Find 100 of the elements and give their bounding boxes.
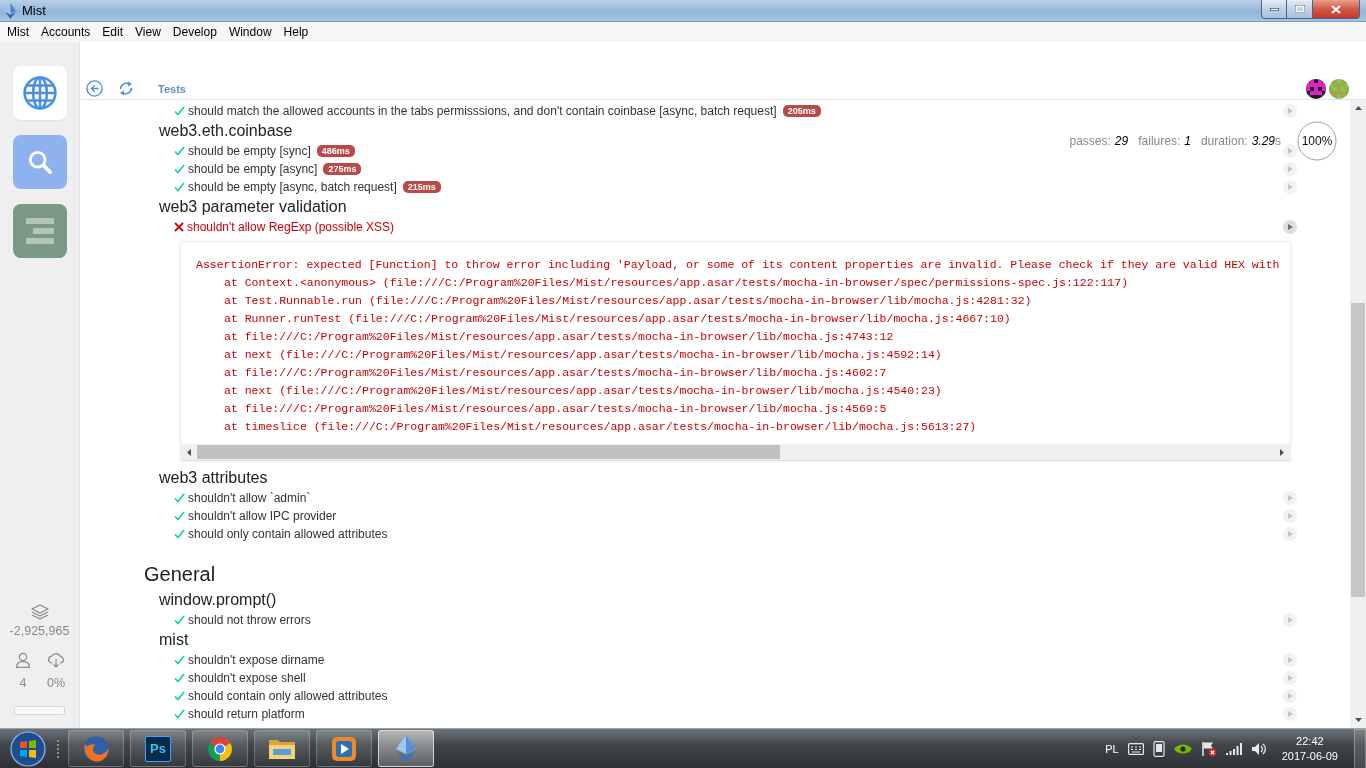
identicon-icon — [1306, 78, 1326, 99]
sidebar-tab[interactable] — [12, 66, 67, 120]
scrollbar-thumb[interactable] — [1351, 303, 1365, 597]
scroll-down-icon[interactable] — [1354, 718, 1362, 722]
speaker-icon[interactable] — [1250, 741, 1267, 756]
stack-frame: at file:///C:/Program%20Files/Mist/resources/app.asar/tests/mocha-in-browser/lib/mocha.js:4743:12 — [224, 328, 894, 346]
menu-item[interactable]: Window — [222, 22, 278, 42]
taskbar-button[interactable]: Ps — [130, 730, 186, 767]
menu-item[interactable]: View — [129, 22, 167, 42]
back-icon[interactable] — [86, 80, 103, 97]
play-icon — [1288, 711, 1293, 717]
suite-title[interactable]: web3.eth.coinbase — [159, 120, 293, 141]
person-icon — [15, 652, 31, 668]
error-message: AssertionError: expected [Function] to throw error including 'Payload, or some of its content properties are invalid. Please check if they are valid HEX with — [196, 257, 1280, 273]
stack-frame: at file:///C:/Program%20Files/Mist/resources/app.asar/tests/mocha-in-browser/lib/mocha.js:4569:5 — [224, 400, 887, 418]
device-icon[interactable] — [1152, 740, 1165, 757]
peer-count: 4 — [19, 675, 27, 691]
test-title: shouldn't allow IPC provider — [188, 508, 337, 524]
search-icon — [27, 150, 52, 174]
show-desktop-button[interactable] — [1354, 728, 1366, 768]
minimize-button[interactable] — [1261, 0, 1287, 19]
test-title: should be empty [async, batch request] — [188, 179, 397, 195]
stat-label: passes: — [1069, 134, 1111, 148]
taskbar-button[interactable] — [68, 730, 124, 767]
diamond-icon — [5, 2, 16, 19]
stacked-bars-icon — [25, 218, 54, 244]
test-title: should only contain allowed attributes — [188, 526, 388, 542]
stat-value: 1 — [1184, 134, 1191, 148]
sidebar-tab[interactable] — [12, 204, 67, 258]
close-icon — [1331, 4, 1341, 14]
taskbar-button[interactable] — [316, 730, 372, 767]
play-icon — [1288, 657, 1293, 663]
maximize-icon — [1294, 5, 1305, 13]
play-icon — [1288, 495, 1293, 501]
play-icon — [1288, 693, 1293, 699]
test-title: should match the allowed accounts in the tabs permisssions, and don't contain coinbase [async, batch request] — [188, 103, 777, 119]
menu-item[interactable]: Mist — [1, 22, 35, 42]
play-icon — [1288, 531, 1293, 537]
duration-badge: 275ms — [323, 163, 362, 175]
test-title: shouldn't expose dirname — [188, 652, 325, 668]
stat-label: duration: — [1200, 134, 1248, 148]
play-icon — [1288, 108, 1293, 114]
block-number: -2,925,965 — [9, 623, 70, 639]
suite-title[interactable]: web3 attributes — [159, 467, 268, 488]
minimize-icon — [1269, 7, 1279, 11]
scroll-up-icon[interactable] — [1354, 106, 1362, 110]
stat-value: 29 — [1114, 134, 1129, 148]
stack-frame: at Runner.runTest (file:///C:/Program%20Files/Mist/resources/app.asar/tests/mocha-in-browser/lib/mocha.js:4667:10) — [224, 310, 1011, 328]
play-icon — [1288, 675, 1293, 681]
duration-badge: 205ms — [782, 105, 821, 117]
taskbar-button[interactable] — [378, 730, 434, 767]
menu-item[interactable]: Develop — [166, 22, 223, 42]
suite-title[interactable]: mist — [159, 629, 189, 650]
play-icon — [1288, 224, 1293, 230]
duration-badge: 215ms — [402, 181, 441, 193]
menu-item[interactable]: Help — [277, 22, 315, 42]
menu-item[interactable]: Accounts — [35, 22, 97, 42]
cloud-download-icon — [47, 652, 65, 668]
eye-logo-icon[interactable] — [1173, 742, 1192, 755]
sync-progress-track — [14, 706, 65, 715]
play-icon — [1288, 148, 1293, 154]
test-title: should be empty [sync] — [188, 143, 311, 159]
stack-frame: at Test.Runnable.run (file:///C:/Program%20Files/Mist/resources/app.asar/tests/mocha-in-browser/lib/mocha.js:4281:32) — [224, 292, 1032, 310]
play-icon — [1288, 184, 1293, 190]
suite-title[interactable]: General — [144, 559, 216, 589]
scroll-left-icon[interactable] — [187, 448, 191, 456]
identicon-icon — [1329, 78, 1349, 99]
test-title: should be empty [async] — [188, 161, 318, 177]
play-icon — [1288, 166, 1293, 172]
suite-title[interactable]: web3 parameter validation — [159, 196, 347, 217]
replay-button[interactable] — [1283, 220, 1297, 234]
signal-icon[interactable] — [1225, 742, 1242, 755]
test-title: should not throw errors — [188, 612, 311, 628]
sidebar-tab[interactable] — [12, 135, 67, 189]
keyboard-icon[interactable] — [1127, 742, 1144, 755]
test-title: shouldn't expose shell — [188, 670, 306, 686]
close-button[interactable] — [1313, 0, 1360, 19]
stack-frame: at Context.<anonymous> (file:///C:/Program%20Files/Mist/resources/app.asar/tests/mocha-in-browser/spec/permissions-spec.js:122:117) — [224, 274, 1129, 292]
maximize-button[interactable] — [1287, 0, 1313, 19]
taskbar-button[interactable] — [254, 730, 310, 767]
scroll-right-icon[interactable] — [1280, 448, 1284, 456]
menu-item[interactable]: Edit — [96, 22, 130, 42]
progress-percent: 100% — [1301, 134, 1333, 148]
clock-button[interactable]: 22:42 2017-06-09 — [1275, 733, 1344, 764]
ring-logo-icon — [207, 735, 233, 762]
flag-alert-icon[interactable] — [1200, 740, 1217, 757]
reload-icon[interactable] — [118, 80, 134, 97]
window-title: Mist — [22, 2, 46, 19]
stack-frame: at timeslice (file:///C:/Program%20Files/Mist/resources/app.asar/tests/mocha-in-browser/lib/mocha.js:5613:27) — [224, 418, 977, 436]
fox-globe-icon — [82, 734, 110, 763]
app-logo: Ps — [145, 735, 171, 762]
stat-unit: s — [1275, 134, 1281, 148]
taskbar-button[interactable] — [192, 730, 248, 767]
sync-percent: 0% — [46, 675, 66, 691]
scrollbar-thumb[interactable] — [197, 445, 780, 459]
language-indicator[interactable]: PL — [1105, 742, 1119, 755]
suite-title[interactable]: window.prompt() — [159, 589, 277, 610]
page-title: Tests — [158, 81, 186, 97]
test-title: shouldn't allow `admin` — [188, 490, 311, 506]
flag-orb-icon[interactable] — [10, 730, 46, 767]
